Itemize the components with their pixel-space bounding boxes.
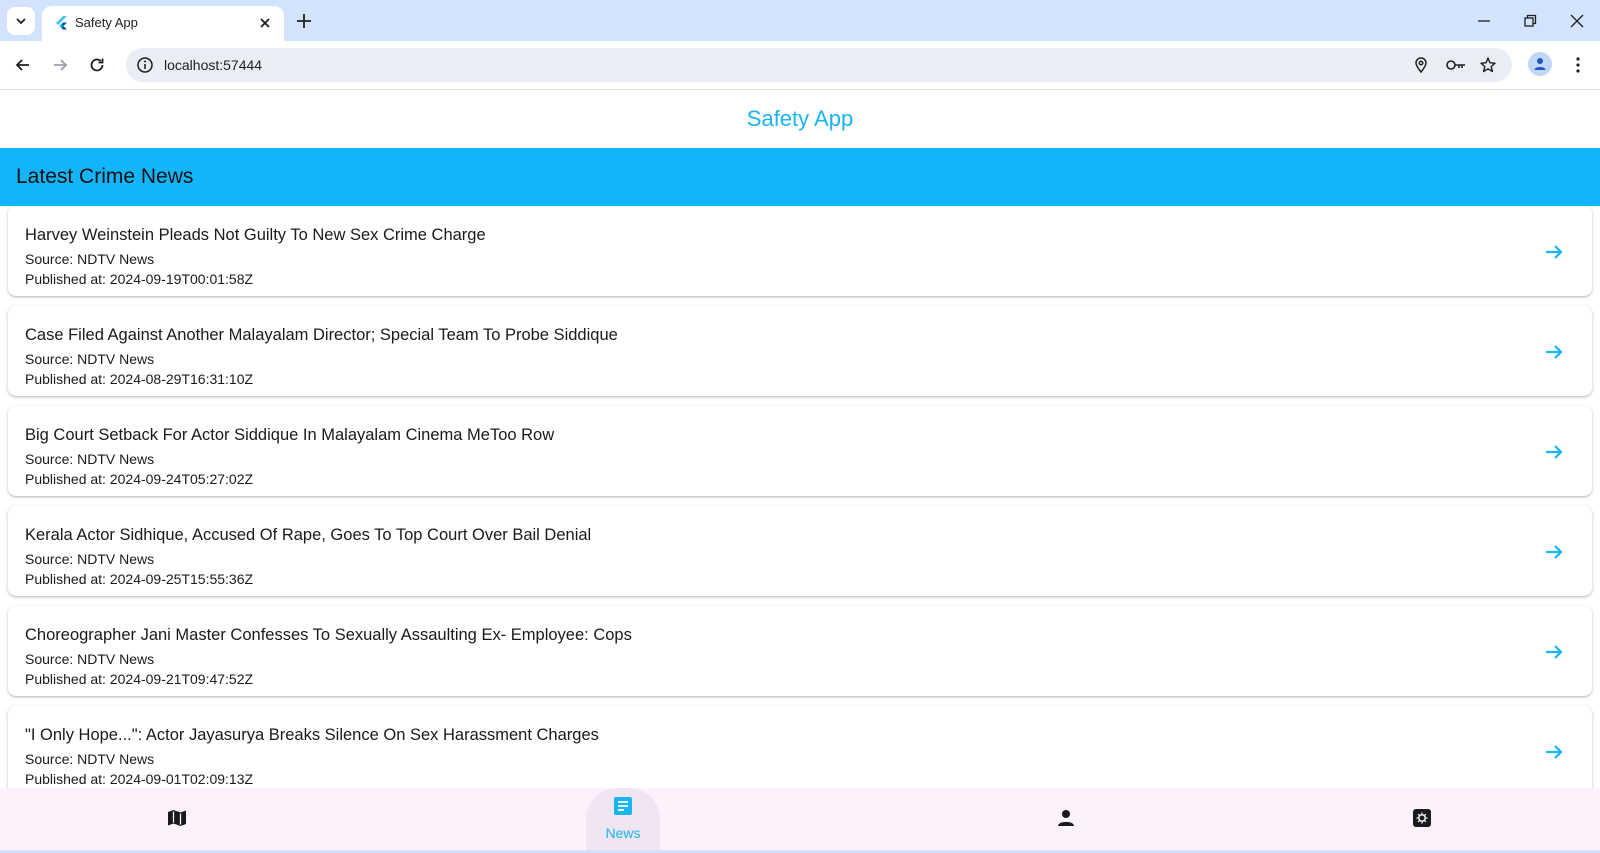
browser-tab-strip: Safety App <box>0 0 1600 41</box>
bottom-navigation-bar: News <box>0 788 1600 850</box>
forward-arrow-icon[interactable] <box>50 55 70 75</box>
arrow-forward-icon[interactable] <box>1542 640 1566 664</box>
news-headline: Big Court Setback For Actor Siddique In … <box>25 426 555 444</box>
news-headline: "I Only Hope...": Actor Jayasurya Breaks… <box>25 726 599 744</box>
flutter-favicon-icon <box>56 16 67 30</box>
news-card[interactable]: "I Only Hope...": Actor Jayasurya Breaks… <box>8 706 1592 788</box>
news-card[interactable]: Big Court Setback For Actor Siddique In … <box>8 406 1592 496</box>
arrow-forward-icon[interactable] <box>1542 540 1566 564</box>
reload-icon[interactable] <box>87 55 107 75</box>
tab-search-button[interactable] <box>7 7 35 35</box>
minimize-icon[interactable] <box>1474 11 1494 31</box>
news-card[interactable]: Choreographer Jani Master Confesses To S… <box>8 606 1592 696</box>
more-vert-icon[interactable] <box>1568 55 1588 75</box>
news-icon <box>614 797 632 815</box>
news-published-date: Published at: 2024-09-24T05:27:02Z <box>25 471 254 487</box>
window-close-icon[interactable] <box>1567 11 1587 31</box>
news-source: Source: NDTV News <box>25 251 155 267</box>
new-tab-plus-icon[interactable] <box>294 11 314 31</box>
app-title: Safety App <box>746 106 854 131</box>
news-card[interactable]: Kerala Actor Sidhique, Accused Of Rape, … <box>8 506 1592 596</box>
nav-label-news: News <box>605 825 641 841</box>
news-source: Source: NDTV News <box>25 351 155 367</box>
news-headline: Kerala Actor Sidhique, Accused Of Rape, … <box>25 526 592 544</box>
back-arrow-icon[interactable] <box>13 55 33 75</box>
nav-item-camera[interactable] <box>1385 788 1459 850</box>
browser-tab-active[interactable]: Safety App <box>42 6 284 41</box>
nav-item-map[interactable] <box>140 788 214 850</box>
site-info-icon[interactable] <box>136 56 154 74</box>
person-icon <box>1058 810 1074 826</box>
tab-title: Safety App <box>75 15 138 30</box>
url-text[interactable]: localhost:57444 <box>164 57 262 73</box>
profile-avatar[interactable] <box>1528 52 1552 76</box>
section-header: Latest Crime News <box>0 148 1600 206</box>
app-bar: Safety App <box>0 90 1600 148</box>
news-published-date: Published at: 2024-09-25T15:55:36Z <box>25 571 254 587</box>
chevron-down-icon <box>16 18 26 25</box>
section-title: Latest Crime News <box>16 165 194 188</box>
arrow-forward-icon[interactable] <box>1542 240 1566 264</box>
news-source: Source: NDTV News <box>25 451 155 467</box>
arrow-forward-icon[interactable] <box>1542 340 1566 364</box>
news-source: Source: NDTV News <box>25 751 155 767</box>
news-card[interactable]: Harvey Weinstein Pleads Not Guilty To Ne… <box>8 206 1592 296</box>
restore-icon[interactable] <box>1520 11 1540 31</box>
person-icon <box>1534 58 1546 70</box>
news-published-date: Published at: 2024-09-01T02:09:13Z <box>25 771 254 787</box>
address-bar[interactable]: localhost:57444 <box>126 48 1512 82</box>
news-published-date: Published at: 2024-09-21T09:47:52Z <box>25 671 254 687</box>
camera-icon <box>1413 809 1431 827</box>
news-list: Harvey Weinstein Pleads Not Guilty To Ne… <box>0 206 1600 788</box>
nav-item-news[interactable]: News <box>586 788 660 850</box>
news-card[interactable]: Case Filed Against Another Malayalam Dir… <box>8 306 1592 396</box>
news-published-date: Published at: 2024-09-19T00:01:58Z <box>25 271 254 287</box>
news-source: Source: NDTV News <box>25 551 155 567</box>
browser-toolbar: localhost:57444 <box>0 41 1600 90</box>
news-headline: Choreographer Jani Master Confesses To S… <box>25 626 632 644</box>
password-key-icon[interactable] <box>1445 56 1467 74</box>
news-headline: Harvey Weinstein Pleads Not Guilty To Ne… <box>25 226 486 244</box>
map-icon <box>168 810 186 826</box>
news-headline: Case Filed Against Another Malayalam Dir… <box>25 326 618 344</box>
arrow-forward-icon[interactable] <box>1542 440 1566 464</box>
close-icon[interactable] <box>256 14 274 32</box>
news-published-date: Published at: 2024-08-29T16:31:10Z <box>25 371 254 387</box>
news-source: Source: NDTV News <box>25 651 155 667</box>
arrow-forward-icon[interactable] <box>1542 740 1566 764</box>
nav-item-profile[interactable] <box>1029 788 1103 850</box>
bookmark-star-icon[interactable] <box>1479 56 1497 74</box>
location-pin-icon[interactable] <box>1412 56 1430 74</box>
